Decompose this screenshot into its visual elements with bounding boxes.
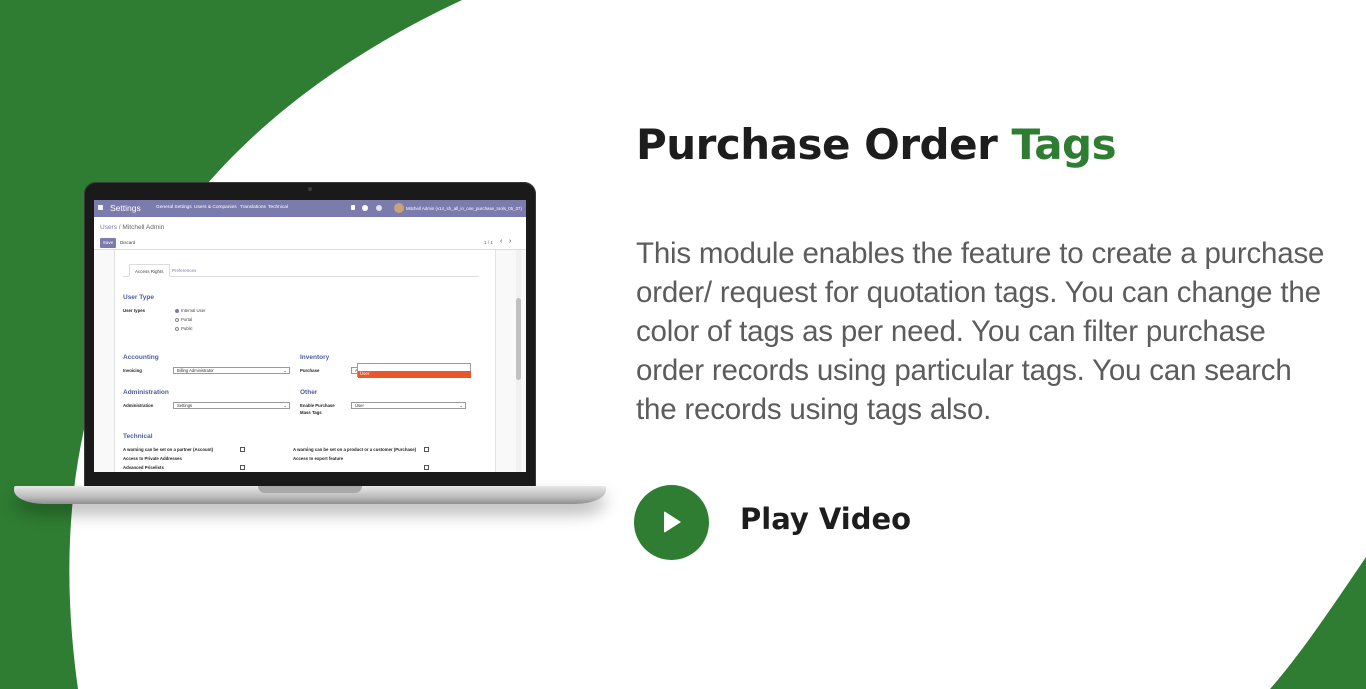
control-panel: Users / Mitchell Admin Save Discard 1 / … <box>94 217 526 250</box>
purchase-label: Purchase <box>300 368 320 373</box>
enable-purchase-label: Enable Purchase <box>300 403 335 408</box>
notebook-tabs: Access Rights Preferences <box>123 264 479 277</box>
radio-public[interactable] <box>175 327 179 331</box>
tab-preferences[interactable]: Preferences <box>167 264 201 277</box>
apps-grid-icon[interactable] <box>98 205 103 210</box>
menu-general-settings[interactable]: General Settings <box>156 205 192 210</box>
checkbox[interactable] <box>240 447 245 452</box>
section-other: Other <box>300 389 318 396</box>
chevron-down-icon: ⌄ <box>459 403 463 408</box>
breadcrumb-parent[interactable]: Users <box>100 224 117 231</box>
play-video-label[interactable]: Play Video <box>740 502 911 536</box>
administration-value: Settings <box>177 403 193 408</box>
breadcrumb-current: Mitchell Admin <box>122 224 165 231</box>
activity-icon[interactable] <box>376 205 382 211</box>
checkbox[interactable] <box>240 465 245 470</box>
menu-technical[interactable]: Technical <box>268 205 288 210</box>
invoicing-label: Invoicing <box>123 368 142 373</box>
headline-main: Purchase Order <box>636 120 998 169</box>
bug-icon[interactable] <box>351 205 355 210</box>
laptop-screen: Settings General Settings Users & Compan… <box>94 200 526 472</box>
invoicing-select[interactable]: Billing Administrator ⌄ <box>173 367 290 374</box>
chevron-down-icon: ⌄ <box>283 403 287 408</box>
technical-row: A warning can be set on a product or a c… <box>293 447 417 452</box>
pager: 1 / 1 <box>484 240 493 245</box>
administration-label: Administration <box>123 403 154 408</box>
laptop-lid: Settings General Settings Users & Compan… <box>84 182 536 492</box>
mass-tags-label: Mass Tags <box>300 410 322 415</box>
section-user-type: User Type <box>123 294 154 301</box>
chat-icon[interactable] <box>362 205 368 211</box>
checkbox[interactable] <box>424 447 429 452</box>
user-name[interactable]: Mitchell Admin (v14_sh_all_in_one_purcha… <box>406 206 522 211</box>
headline: Purchase Order Tags <box>636 120 1117 169</box>
scroll-thumb[interactable] <box>516 298 521 380</box>
technical-row: A warning can be set on a partner (Accou… <box>123 447 214 452</box>
radio-portal[interactable] <box>175 318 179 322</box>
form-sheet-inner: Access Rights Preferences User Type User… <box>114 250 496 472</box>
user-types-label: User types <box>123 308 145 313</box>
prev-record-icon[interactable]: ‹ <box>500 238 502 245</box>
section-accounting: Accounting <box>123 354 159 361</box>
invoicing-value: Billing Administrator <box>177 368 214 373</box>
mass-tags-dropdown[interactable]: User <box>357 363 471 378</box>
radio-internal-user[interactable] <box>175 309 179 313</box>
checkbox[interactable] <box>424 465 429 470</box>
section-administration: Administration <box>123 389 169 396</box>
enable-purchase-select[interactable]: User ⌄ <box>351 402 466 409</box>
play-icon <box>664 511 681 533</box>
radio-internal-user-label: Internal User <box>181 308 206 313</box>
technical-row: Access to Private Addresses <box>123 456 182 461</box>
tab-access-rights[interactable]: Access Rights <box>129 264 170 277</box>
avatar[interactable] <box>394 203 404 213</box>
odoo-navbar: Settings General Settings Users & Compan… <box>94 200 526 217</box>
technical-row: Access to export feature <box>293 456 344 461</box>
radio-public-label: Public <box>181 326 193 331</box>
dropdown-blank-option[interactable] <box>358 364 471 371</box>
discard-button[interactable]: Discard <box>120 238 135 248</box>
chevron-down-icon: ⌄ <box>283 368 287 373</box>
description: This module enables the feature to creat… <box>636 237 1325 426</box>
menu-users-companies[interactable]: Users & Companies <box>194 205 237 210</box>
menu-translations[interactable]: Translations <box>240 205 266 210</box>
form-sheet: Access Rights Preferences User Type User… <box>94 250 526 472</box>
enable-purchase-value: User <box>355 403 364 408</box>
dropdown-option-user[interactable]: User <box>358 371 471 378</box>
camera <box>308 187 312 191</box>
laptop-notch <box>258 486 362 493</box>
breadcrumb: Users / Mitchell Admin <box>100 224 165 231</box>
headline-accent: Tags <box>1011 120 1117 169</box>
app-name[interactable]: Settings <box>110 203 141 213</box>
radio-portal-label: Portal <box>181 317 193 322</box>
play-video-button[interactable] <box>634 485 709 560</box>
next-record-icon[interactable]: › <box>509 238 511 245</box>
section-technical: Technical <box>123 433 153 440</box>
save-button[interactable]: Save <box>100 238 116 248</box>
laptop-mockup: Settings General Settings Users & Compan… <box>14 182 606 522</box>
section-inventory: Inventory <box>300 354 330 361</box>
technical-row: Advanced Pricelists <box>123 465 164 470</box>
administration-select[interactable]: Settings ⌄ <box>173 402 290 409</box>
